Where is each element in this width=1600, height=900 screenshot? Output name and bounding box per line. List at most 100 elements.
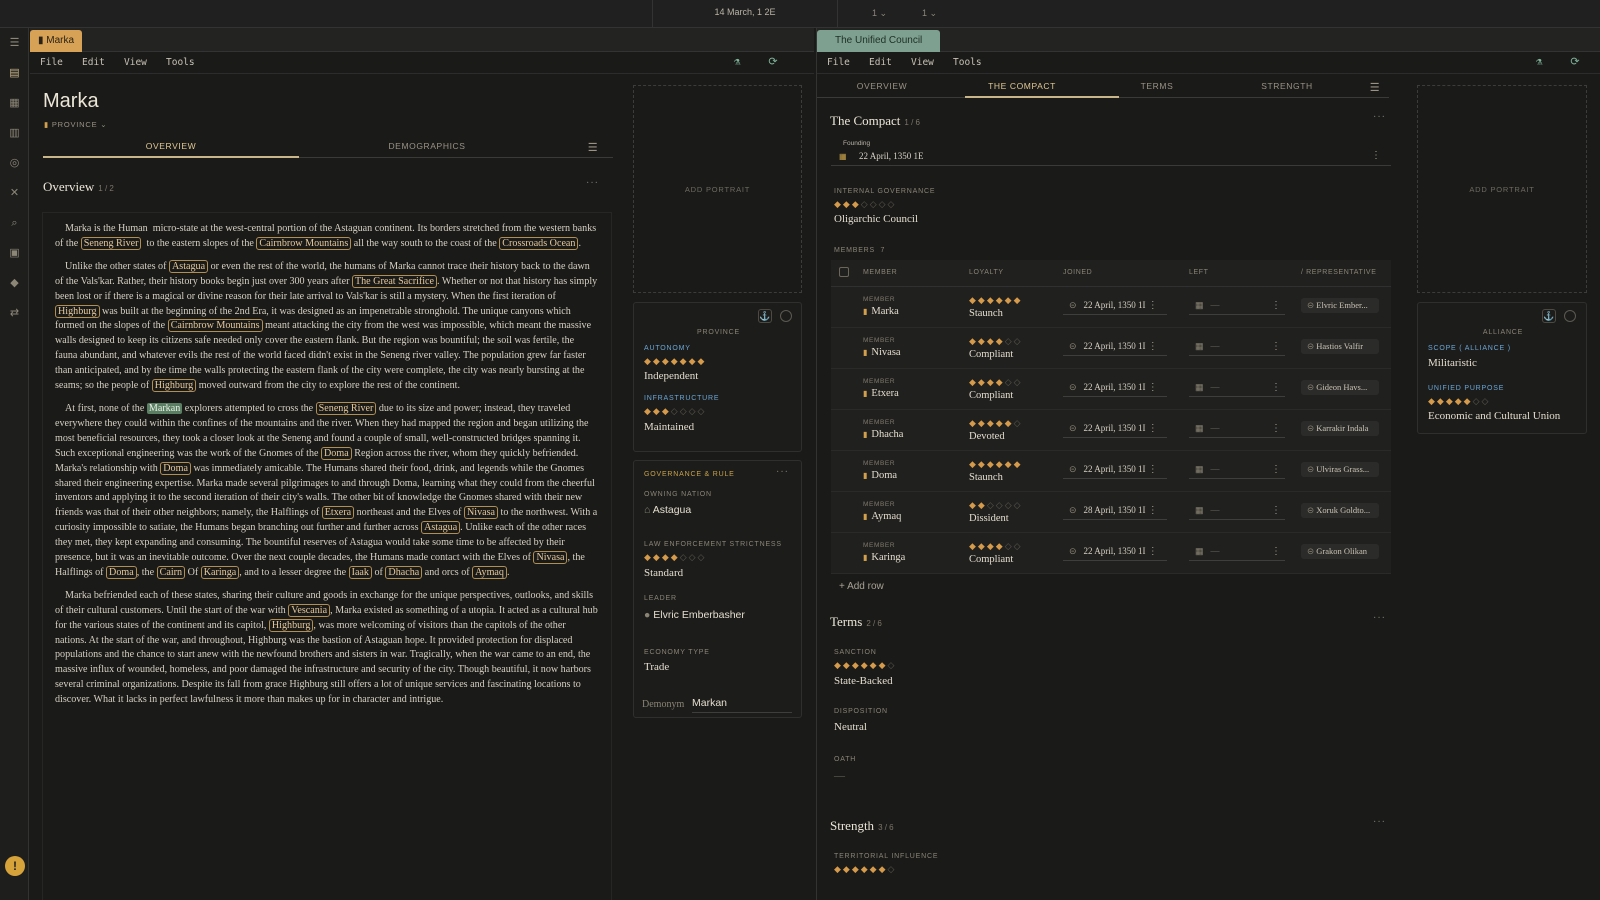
calendar-icon[interactable]: ▦ <box>0 88 29 118</box>
joined-menu-icon[interactable]: ⋮ <box>1148 464 1158 475</box>
menu-icon[interactable]: ☰ <box>0 28 29 58</box>
infrastructure-rating[interactable]: ◆◆◆◇◇◇◇ <box>644 406 706 417</box>
joined-cell[interactable]: ⊝ 22 April, 1350 1I ⋮ <box>1063 327 1189 369</box>
tab-the-compact[interactable]: THE COMPACT <box>947 81 1097 91</box>
member-cell[interactable]: MEMBER ▮ Etxera <box>863 368 969 410</box>
tools-icon[interactable]: ✕ <box>0 178 29 208</box>
loyalty-cell[interactable]: ◆◆◆◆◇◇ Compliant <box>969 327 1063 369</box>
joined-menu-icon[interactable]: ⋮ <box>1148 546 1158 557</box>
member-cell[interactable]: MEMBER ▮ Dhacha <box>863 409 969 451</box>
left-menu-icon[interactable]: ⋮ <box>1271 505 1281 516</box>
settings-icon[interactable]: ☰ <box>1365 81 1385 94</box>
left-cell[interactable]: ▦ — ⋮ <box>1189 327 1301 369</box>
menu-tools[interactable]: Tools <box>953 57 982 68</box>
loyalty-rating[interactable]: ◆◆◆◆◆◆ <box>969 459 1063 470</box>
representative-cell[interactable]: ⊝ Elvric Ember... <box>1301 286 1391 328</box>
table-row[interactable]: MEMBER ▮ Etxera ◆◆◆◆◇◇ Compliant ⊝ 22 April, 1… <box>831 368 1391 410</box>
anchor-icon[interactable]: ⚓ <box>1542 309 1556 323</box>
joined-cell[interactable]: ⊝ 22 April, 1350 1I ⋮ <box>1063 409 1189 451</box>
anchor-icon[interactable]: ⚓ <box>758 309 772 323</box>
representative-cell[interactable]: ⊝ Ulviras Grass... <box>1301 450 1391 492</box>
compact-more-icon[interactable]: ··· <box>1373 112 1386 123</box>
gov-rating[interactable]: ◆◆◆◇◇◇◇ <box>834 199 896 210</box>
left-cell[interactable]: ▦ — ⋮ <box>1189 532 1301 574</box>
tab-strength[interactable]: STRENGTH <box>1217 81 1357 91</box>
tab-terms[interactable]: TERMS <box>1097 81 1217 91</box>
more-icon[interactable]: ··· <box>586 178 599 189</box>
loyalty-rating[interactable]: ◆◆◇◇◇◇ <box>969 500 1063 511</box>
member-cell[interactable]: MEMBER ▮ Nivasa <box>863 327 969 369</box>
map-icon[interactable]: ▥ <box>0 118 29 148</box>
loyalty-rating[interactable]: ◆◆◆◆◇◇ <box>969 377 1063 388</box>
territorial-rating[interactable]: ◆◆◆◆◆◆◇ <box>834 864 896 875</box>
joined-menu-icon[interactable]: ⋮ <box>1148 300 1158 311</box>
table-row[interactable]: MEMBER ▮ Nivasa ◆◆◆◆◇◇ Compliant ⊝ 22 April, 1… <box>831 327 1391 369</box>
member-cell[interactable]: MEMBER ▮ Karinga <box>863 532 969 574</box>
member-cell[interactable]: MEMBER ▮ Marka <box>863 286 969 328</box>
table-row[interactable]: MEMBER ▮ Aymaq ◆◆◇◇◇◇ Dissident ⊝ 28 April, 13… <box>831 491 1391 533</box>
founding-field[interactable]: Founding ▦ 22 April, 1350 1E ⋮ <box>831 140 1391 166</box>
doc-tab-council[interactable]: The Unified Council <box>817 30 941 52</box>
select-all-cell[interactable] <box>831 260 863 287</box>
target-icon[interactable] <box>780 310 792 322</box>
strength-more-icon[interactable]: ··· <box>1373 817 1386 828</box>
joined-cell[interactable]: ⊝ 28 April, 1350 1I ⋮ <box>1063 491 1189 533</box>
menu-edit[interactable]: Edit <box>82 57 105 68</box>
joined-menu-icon[interactable]: ⋮ <box>1148 382 1158 393</box>
loyalty-cell[interactable]: ◆◆◆◆◇◇ Compliant <box>969 368 1063 410</box>
tab-overview[interactable]: OVERVIEW <box>817 81 947 91</box>
loyalty-cell[interactable]: ◆◆◇◇◇◇ Dissident <box>969 491 1063 533</box>
left-cell[interactable]: ▦ — ⋮ <box>1189 409 1301 451</box>
flask-icon[interactable]: ⚗ <box>728 55 746 71</box>
joined-cell[interactable]: ⊝ 22 April, 1350 1I ⋮ <box>1063 286 1189 328</box>
representative-cell[interactable]: ⊝ Xoruk Goldto... <box>1301 491 1391 533</box>
menu-view[interactable]: View <box>911 57 934 68</box>
menu-view[interactable]: View <box>124 57 147 68</box>
representative-cell[interactable]: ⊝ Hastios Valfir <box>1301 327 1391 369</box>
purpose-rating[interactable]: ◆◆◆◆◆◇◇ <box>1428 396 1490 407</box>
globe-icon[interactable]: ◎ <box>0 148 29 178</box>
left-menu-icon[interactable]: ⋮ <box>1271 423 1281 434</box>
member-cell[interactable]: MEMBER ▮ Aymaq <box>863 491 969 533</box>
add-row-button[interactable]: + Add row <box>839 581 884 592</box>
left-cell[interactable]: ▦ — ⋮ <box>1189 450 1301 492</box>
atlas-icon[interactable]: ◆ <box>0 268 29 298</box>
joined-cell[interactable]: ⊝ 22 April, 1350 1I ⋮ <box>1063 368 1189 410</box>
left-menu-icon[interactable]: ⋮ <box>1271 300 1281 311</box>
loyalty-rating[interactable]: ◆◆◆◆◆◆ <box>969 295 1063 306</box>
representative-cell[interactable]: ⊝ Grakon Olikan <box>1301 532 1391 574</box>
terms-more-icon[interactable]: ··· <box>1373 613 1386 624</box>
joined-cell[interactable]: ⊝ 22 April, 1350 1I ⋮ <box>1063 532 1189 574</box>
oath-value[interactable]: — <box>834 770 845 782</box>
table-row[interactable]: MEMBER ▮ Karinga ◆◆◆◆◇◇ Compliant ⊝ 22 April, … <box>831 532 1391 574</box>
loyalty-rating[interactable]: ◆◆◆◆◇◇ <box>969 336 1063 347</box>
menu-file[interactable]: File <box>827 57 850 68</box>
swap-icon[interactable]: ⇄ <box>0 298 29 328</box>
left-menu-icon[interactable]: ⋮ <box>1271 464 1281 475</box>
current-date[interactable]: 14 March, 1 2E <box>652 0 838 28</box>
overview-text[interactable]: Marka is the Human micro-state at the we… <box>42 212 612 900</box>
member-cell[interactable]: MEMBER ▮ Doma <box>863 450 969 492</box>
settings-icon[interactable]: ☰ <box>583 141 603 154</box>
autonomy-rating[interactable]: ◆◆◆◆◆◆◆ <box>644 356 706 367</box>
book-icon[interactable]: ▤ <box>0 58 29 88</box>
loyalty-cell[interactable]: ◆◆◆◆◆◆ Staunch <box>969 286 1063 328</box>
governance-more-icon[interactable]: ··· <box>776 467 789 478</box>
sanction-rating[interactable]: ◆◆◆◆◆◆◇ <box>834 660 896 671</box>
dropdown-1[interactable]: 1 ⌄ <box>872 8 887 19</box>
loyalty-cell[interactable]: ◆◆◆◆◆◆ Staunch <box>969 450 1063 492</box>
left-menu-icon[interactable]: ⋮ <box>1271 546 1281 557</box>
dropdown-2[interactable]: 1 ⌄ <box>922 8 937 19</box>
entity-type[interactable]: ▮ PROVINCE ⌄ <box>44 120 107 129</box>
flask-icon[interactable]: ⚗ <box>1530 55 1548 71</box>
representative-cell[interactable]: ⊝ Gideon Havs... <box>1301 368 1391 410</box>
joined-cell[interactable]: ⊝ 22 April, 1350 1I ⋮ <box>1063 450 1189 492</box>
founding-menu-icon[interactable]: ⋮ <box>1371 150 1381 161</box>
demonym-field[interactable]: Markan <box>692 697 792 713</box>
left-cell[interactable]: ▦ — ⋮ <box>1189 491 1301 533</box>
menu-file[interactable]: File <box>40 57 63 68</box>
avatar[interactable]: ! <box>5 856 25 876</box>
left-menu-icon[interactable]: ⋮ <box>1271 341 1281 352</box>
loyalty-rating[interactable]: ◆◆◆◆◇◇ <box>969 541 1063 552</box>
representative-cell[interactable]: ⊝ Karrakir Indala <box>1301 409 1391 451</box>
